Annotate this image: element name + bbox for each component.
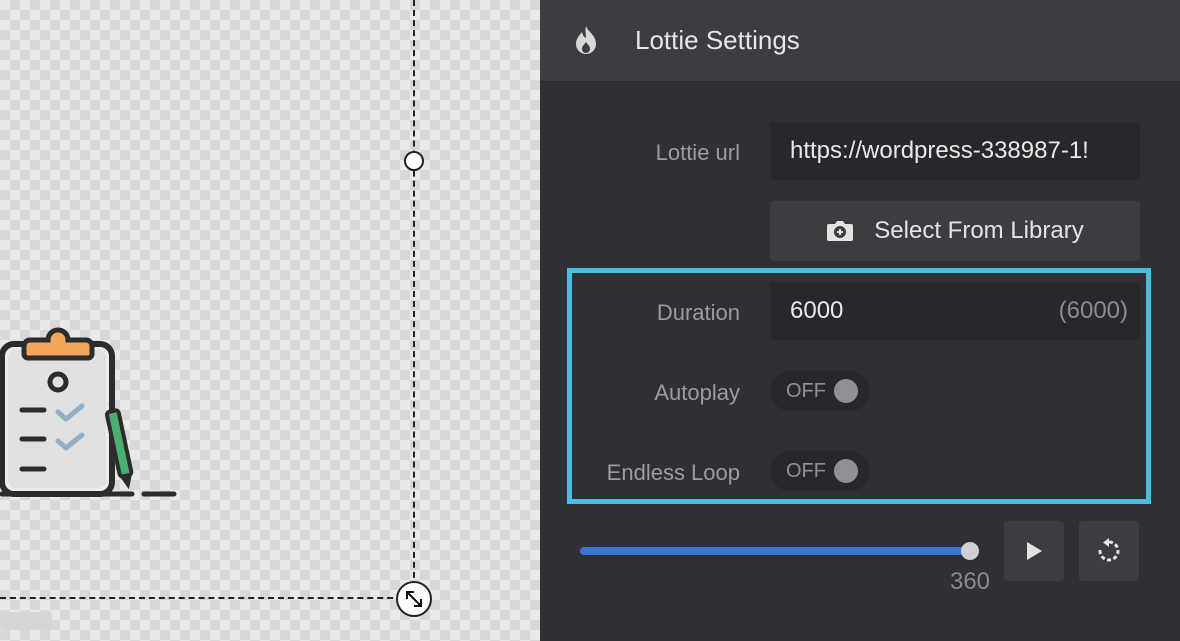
reset-icon [1098, 538, 1120, 562]
resize-handle-edge[interactable] [404, 151, 424, 171]
duration-value: 6000 [790, 297, 844, 324]
canvas-corner-marker [0, 612, 52, 630]
resize-diagonal-icon [406, 591, 422, 607]
lottie-settings-panel: Lottie Settings Lottie url https://wordp… [540, 0, 1180, 641]
autoplay-state: OFF [786, 380, 826, 402]
duration-label: Duration [656, 300, 740, 325]
panel-header: Lottie Settings [540, 0, 1180, 82]
resize-handle-corner[interactable] [396, 581, 432, 617]
endless-loop-state: OFF [786, 460, 826, 482]
select-from-library-label: Select From Library [874, 217, 1084, 244]
play-button[interactable] [1004, 521, 1064, 581]
clipboard-icon [0, 327, 177, 497]
duration-input[interactable]: 6000 (6000) [770, 282, 1140, 340]
panel-title: Lottie Settings [635, 25, 800, 55]
editor-root: Lottie Settings Lottie url https://wordp… [0, 0, 1180, 641]
canvas-area[interactable] [0, 0, 540, 641]
lottie-url-label: Lottie url [655, 140, 740, 165]
autoplay-toggle[interactable]: OFF [770, 371, 870, 411]
camera-icon [827, 221, 854, 241]
autoplay-label: Autoplay [654, 380, 740, 405]
endless-loop-toggle-knob [834, 459, 858, 483]
play-icon [1027, 542, 1042, 560]
endless-loop-toggle[interactable]: OFF [770, 451, 870, 491]
flame-icon [576, 26, 596, 54]
duration-default-hint: (6000) [1058, 297, 1128, 324]
timeline-slider-fill [580, 547, 970, 555]
timeline-slider[interactable] [580, 542, 979, 560]
lottie-url-input[interactable]: https://wordpress-338987-1! [770, 122, 1140, 180]
timeline-slider-thumb[interactable] [961, 542, 979, 560]
lottie-preview-clipboard [0, 322, 180, 502]
bounding-guide-horizontal [0, 597, 413, 599]
bounding-guide-vertical [413, 0, 415, 598]
reset-button[interactable] [1079, 521, 1139, 581]
endless-loop-label: Endless Loop [606, 460, 740, 485]
autoplay-toggle-knob [834, 379, 858, 403]
select-from-library-button[interactable]: Select From Library [770, 201, 1140, 261]
